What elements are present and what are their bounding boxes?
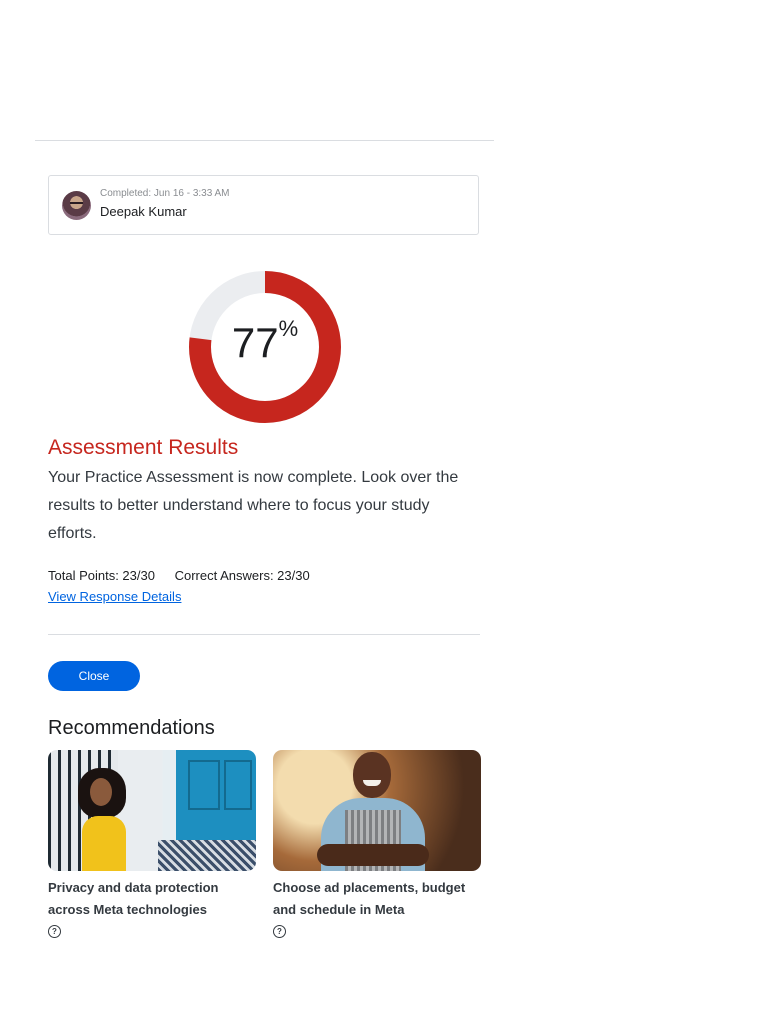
recommendation-title[interactable]: Privacy and data protection across Meta …	[48, 877, 256, 921]
view-response-details-link[interactable]: View Response Details	[48, 589, 181, 604]
user-card: Completed: Jun 16 - 3:33 AM Deepak Kumar	[48, 175, 479, 235]
user-name: Deepak Kumar	[100, 204, 187, 219]
help-circle-icon[interactable]: ?	[48, 925, 61, 938]
recommendation-card[interactable]: Choose ad placements, budget and schedul…	[273, 750, 481, 939]
recommendation-card[interactable]: Privacy and data protection across Meta …	[48, 750, 256, 939]
total-points: Total Points: 23/30	[48, 568, 155, 583]
divider	[48, 634, 480, 635]
top-divider	[35, 140, 494, 141]
recommendation-thumbnail[interactable]	[273, 750, 481, 871]
score-value: 77	[231, 319, 279, 366]
score-ring: 77%	[188, 270, 342, 424]
close-button[interactable]: Close	[48, 661, 140, 691]
completed-timestamp: Completed: Jun 16 - 3:33 AM	[100, 188, 230, 199]
results-description: Your Practice Assessment is now complete…	[48, 469, 459, 542]
recommendation-thumbnail[interactable]	[48, 750, 256, 871]
score-stats: Total Points: 23/30 Correct Answers: 23/…	[48, 568, 326, 583]
correct-answers: Correct Answers: 23/30	[174, 568, 310, 583]
recommendations-title: Recommendations	[48, 717, 215, 739]
recommendation-title[interactable]: Choose ad placements, budget and schedul…	[273, 877, 481, 921]
avatar	[62, 191, 91, 220]
results-title: Assessment Results	[48, 436, 239, 459]
score-unit: %	[278, 316, 299, 341]
score-percent: 77%	[188, 318, 342, 366]
help-circle-icon[interactable]: ?	[273, 925, 286, 938]
